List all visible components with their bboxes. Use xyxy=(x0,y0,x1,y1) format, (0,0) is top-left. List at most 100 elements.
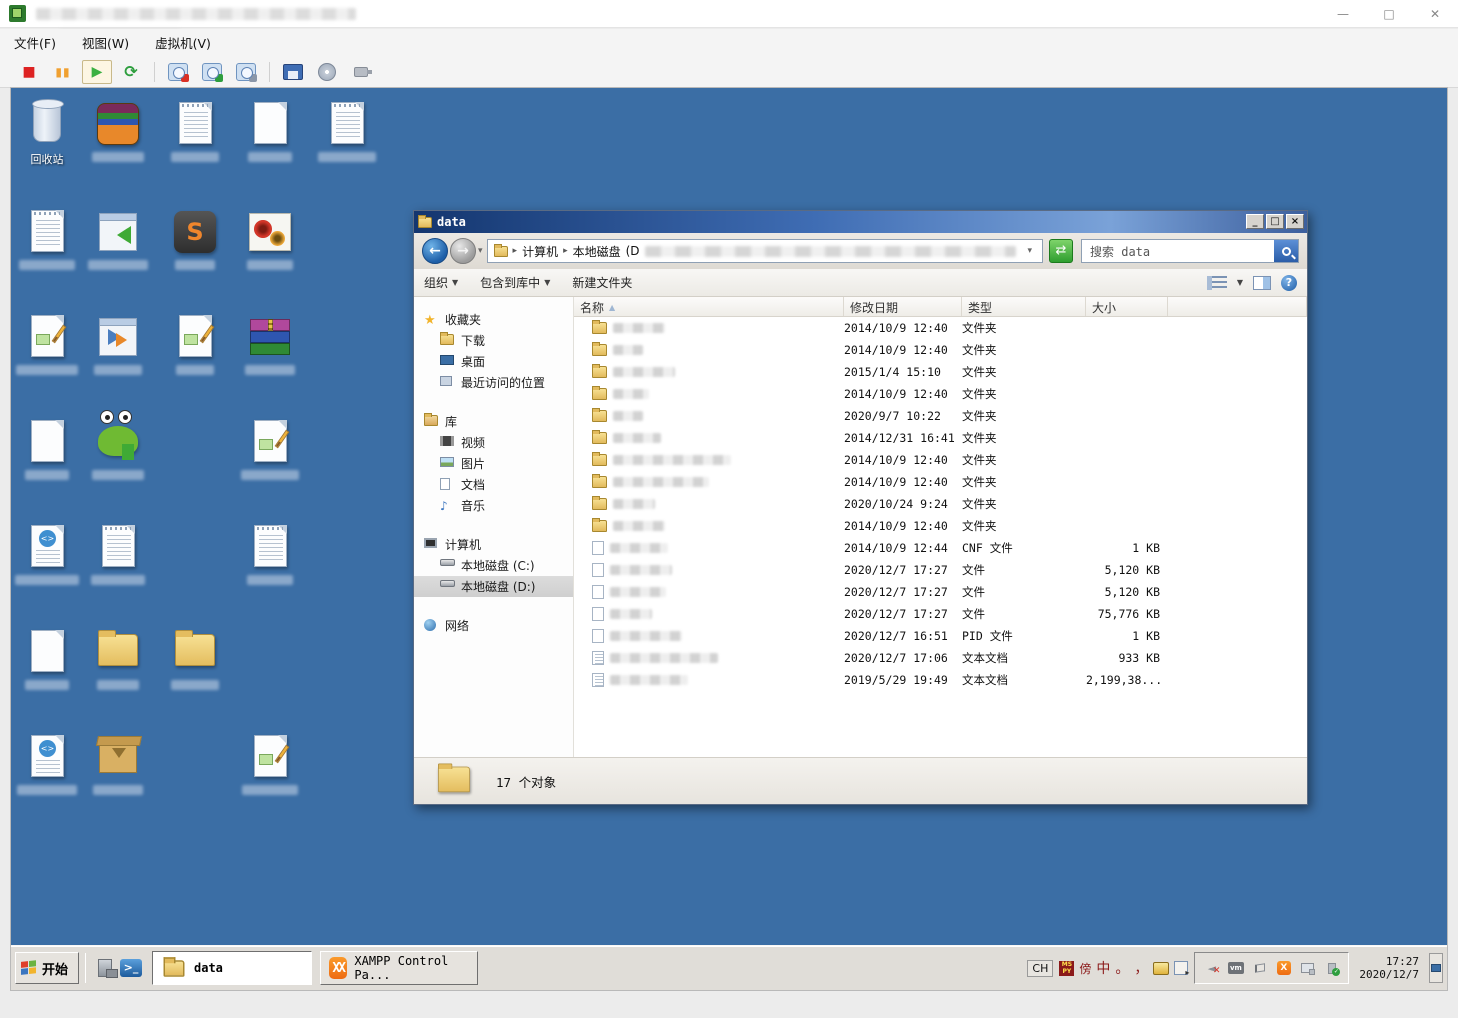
desktop-icon-doc-edit[interactable] xyxy=(234,733,306,795)
explorer-window[interactable]: data _ □ × ← → ▾ ▸ 计算机 ▸ xyxy=(413,210,1308,805)
table-row[interactable]: 2014/10/9 12:40文件夹 xyxy=(574,515,1307,537)
crumb-drive[interactable]: 本地磁盘 xyxy=(573,243,621,260)
usb-settings-icon[interactable] xyxy=(346,60,376,84)
revert-snapshot-icon[interactable] xyxy=(197,60,227,84)
desktop-icon-plain-file[interactable] xyxy=(234,100,306,162)
desktop-icon-media-app[interactable] xyxy=(82,313,154,375)
search-button[interactable] xyxy=(1274,240,1298,262)
play-icon[interactable]: ▶ xyxy=(82,60,112,84)
menu-item-2[interactable]: 虚拟机(V) xyxy=(155,33,211,52)
language-indicator[interactable]: CH xyxy=(1027,960,1053,977)
take-snapshot-icon[interactable] xyxy=(163,60,193,84)
desktop-icon-html-file[interactable]: <> xyxy=(11,733,83,795)
desktop-icon-doc-edit[interactable] xyxy=(159,313,231,375)
table-row[interactable]: 2014/12/31 16:41文件夹 xyxy=(574,427,1307,449)
sidebar-section-1[interactable]: 库 xyxy=(414,411,573,432)
history-dropdown-icon[interactable]: ▾ xyxy=(478,246,483,256)
sidebar-item[interactable]: ♪音乐 xyxy=(414,495,573,516)
explorer-minimize-button[interactable]: _ xyxy=(1246,214,1264,229)
powershell-icon[interactable]: >_ xyxy=(118,955,144,981)
table-row[interactable]: 2020/10/24 9:24文件夹 xyxy=(574,493,1307,515)
desktop-icon-image-file[interactable] xyxy=(234,208,306,270)
desktop-icon-text-file[interactable] xyxy=(11,208,83,270)
table-row[interactable]: 2020/9/7 10:22文件夹 xyxy=(574,405,1307,427)
table-row[interactable]: 2015/1/4 15:10文件夹 xyxy=(574,361,1307,383)
sidebar-item[interactable]: 最近访问的位置 xyxy=(414,372,573,393)
start-button[interactable]: 开始 xyxy=(15,952,79,984)
column-type[interactable]: 类型 xyxy=(962,297,1086,316)
sidebar-item[interactable]: 本地磁盘 (D:) xyxy=(414,576,573,597)
tray-clock[interactable]: 17:27 2020/12/7 xyxy=(1355,955,1423,981)
floppy-settings-icon[interactable] xyxy=(278,60,308,84)
desktop-icon-text-file[interactable] xyxy=(82,523,154,585)
sidebar-item[interactable]: 下载 xyxy=(414,330,573,351)
desktop-icon-archive-colorful[interactable] xyxy=(82,100,154,162)
table-row[interactable]: 2020/12/7 16:51PID 文件1 KB xyxy=(574,625,1307,647)
column-size[interactable]: 大小 xyxy=(1086,297,1168,316)
reset-icon[interactable]: ⟳ xyxy=(116,60,146,84)
column-name[interactable]: 名称▲ xyxy=(574,297,844,316)
address-dropdown-icon[interactable]: ▾ xyxy=(1027,246,1032,256)
forward-button[interactable]: → xyxy=(450,238,476,264)
desktop-icon-text-file[interactable] xyxy=(159,100,231,162)
sidebar-item[interactable]: 图片 xyxy=(414,453,573,474)
ime-mode-chinese[interactable]: 中 xyxy=(1096,958,1110,978)
desktop-icon-recycle-bin[interactable]: 回收站 xyxy=(11,100,83,167)
refresh-button[interactable]: ⇄ xyxy=(1049,239,1073,263)
sidebar-item[interactable]: 文档 xyxy=(414,474,573,495)
ime-logo-icon[interactable]: MSPY xyxy=(1059,961,1074,976)
desktop-icon-sublime[interactable]: S xyxy=(159,208,231,270)
desktop-icon-doc-edit[interactable] xyxy=(11,313,83,375)
desktop-icon-plain-file[interactable] xyxy=(11,418,83,480)
desktop-icon-notepadpp[interactable] xyxy=(82,418,154,480)
desktop-icon-doc-edit[interactable] xyxy=(234,418,306,480)
power-off-icon[interactable]: ■ xyxy=(14,60,44,84)
taskbar-button-data[interactable]: data xyxy=(152,951,312,985)
ime-menu-icon[interactable] xyxy=(1174,961,1188,975)
preview-pane-icon[interactable] xyxy=(1253,276,1271,290)
chevron-down-icon[interactable]: ▼ xyxy=(1237,278,1243,287)
close-button[interactable]: ✕ xyxy=(1412,0,1458,28)
network-icon[interactable] xyxy=(1299,960,1316,976)
sidebar-section-3[interactable]: 网络 xyxy=(414,615,573,636)
sidebar-item[interactable]: 桌面 xyxy=(414,351,573,372)
table-row[interactable]: 2014/10/9 12:40文件夹 xyxy=(574,317,1307,339)
explorer-maximize-button[interactable]: □ xyxy=(1266,214,1284,229)
desktop-icon-folder[interactable] xyxy=(159,628,231,690)
ime-band-icon[interactable]: 傍 xyxy=(1079,960,1091,977)
table-row[interactable]: 2019/5/29 19:49文本文档2,199,38... xyxy=(574,669,1307,691)
search-input[interactable]: 搜索 data xyxy=(1081,239,1299,263)
sidebar-section-2[interactable]: 计算机 xyxy=(414,534,573,555)
column-extra[interactable] xyxy=(1168,297,1307,316)
desktop-icon-folder[interactable] xyxy=(82,628,154,690)
usb-safe-remove-icon[interactable]: ✓ xyxy=(1323,960,1340,976)
vmware-tray-icon[interactable]: vm xyxy=(1227,960,1244,976)
menu-item-1[interactable]: 视图(W) xyxy=(82,33,129,52)
desktop-icon-package[interactable] xyxy=(82,733,154,795)
sidebar-section-0[interactable]: ★收藏夹 xyxy=(414,309,573,330)
table-row[interactable]: 2020/12/7 17:27文件5,120 KB xyxy=(574,559,1307,581)
show-desktop-button[interactable] xyxy=(1429,953,1443,983)
ime-punct-full[interactable]: 。 xyxy=(1115,958,1129,978)
minimize-button[interactable]: — xyxy=(1320,0,1366,28)
new-folder-button[interactable]: 新建文件夹 xyxy=(572,274,632,291)
menu-item-0[interactable]: 文件(F) xyxy=(14,33,56,52)
sidebar-item[interactable]: 视频 xyxy=(414,432,573,453)
desktop-icon-plain-file[interactable] xyxy=(11,628,83,690)
maximize-button[interactable]: □ xyxy=(1366,0,1412,28)
desktop-icon-html-file[interactable]: <> xyxy=(11,523,83,585)
column-date[interactable]: 修改日期 xyxy=(844,297,962,316)
table-row[interactable]: 2020/12/7 17:06文本文档933 KB xyxy=(574,647,1307,669)
crumb-computer[interactable]: 计算机 xyxy=(522,243,558,260)
desktop-icon-installer[interactable] xyxy=(82,208,154,270)
mute-icon[interactable]: ◄✕ xyxy=(1203,960,1220,976)
table-row[interactable]: 2014/10/9 12:40文件夹 xyxy=(574,383,1307,405)
ime-punct-comma[interactable]: ， xyxy=(1134,958,1148,978)
table-row[interactable]: 2020/12/7 17:27文件5,120 KB xyxy=(574,581,1307,603)
explorer-titlebar[interactable]: data _ □ × xyxy=(414,211,1307,233)
taskbar-button-xampp-control-pa---[interactable]: XXXAMPP Control Pa... xyxy=(320,951,478,985)
cd-settings-icon[interactable] xyxy=(312,60,342,84)
table-row[interactable]: 2014/10/9 12:40文件夹 xyxy=(574,471,1307,493)
pause-icon[interactable]: ▮▮ xyxy=(48,60,78,84)
soft-keyboard-icon[interactable] xyxy=(1153,962,1169,975)
